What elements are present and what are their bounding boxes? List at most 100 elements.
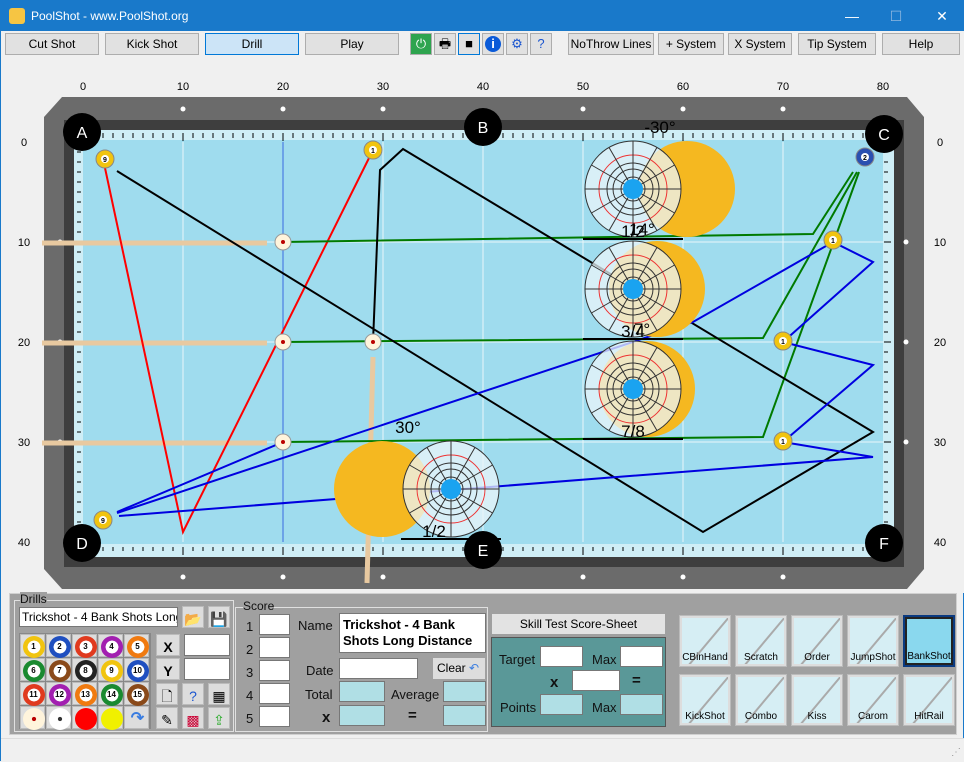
save-icon[interactable]: 💾: [208, 606, 230, 628]
x-coordinate-input[interactable]: [184, 634, 230, 656]
help-document-icon[interactable]: ?: [530, 33, 552, 55]
ball-10-button[interactable]: 10: [124, 658, 149, 682]
date-label: Date: [306, 663, 334, 678]
ball-icon: 14: [100, 683, 123, 706]
ball-6-button[interactable]: 6: [20, 658, 45, 682]
ball-13-button[interactable]: 13: [72, 682, 97, 706]
target-input[interactable]: [540, 646, 583, 667]
x-label: X: [156, 634, 180, 656]
ball-14-button[interactable]: 14: [98, 682, 123, 706]
score-input-4[interactable]: [259, 683, 290, 704]
angle-label: 30°: [395, 418, 421, 437]
info-icon[interactable]: i: [482, 33, 504, 55]
redo-icon: ↷: [130, 709, 145, 727]
max-points-field: [620, 694, 663, 715]
y-coordinate-input[interactable]: [184, 658, 230, 680]
ball-12-button[interactable]: 12: [46, 682, 71, 706]
tip-system-button[interactable]: Tip System: [798, 33, 876, 55]
max-label: Max: [592, 652, 617, 667]
resize-grip-icon[interactable]: ⋰: [951, 747, 961, 758]
ball-15-button[interactable]: 15: [124, 682, 149, 706]
new-document-icon[interactable]: 🗋: [156, 683, 178, 705]
fraction-label: 1/2: [422, 522, 446, 541]
shot-type-order[interactable]: Order: [791, 615, 843, 667]
drill-select[interactable]: Trickshot - 4 Bank Shots Long D: [19, 607, 178, 627]
drills-legend: Drills: [20, 592, 47, 606]
shot-type-carom[interactable]: Carom: [847, 674, 899, 726]
date-input[interactable]: [339, 658, 418, 679]
score-input-5[interactable]: [259, 706, 290, 727]
cue-ball-dot: [281, 240, 285, 244]
plus-system-button[interactable]: + System: [658, 33, 724, 55]
y-ruler-label: 0: [937, 137, 943, 149]
undo-icon: ↶: [469, 661, 480, 675]
drill-button[interactable]: Drill: [205, 33, 299, 55]
red-ball-button[interactable]: [72, 706, 97, 730]
yellow-ball-button[interactable]: [98, 706, 123, 730]
shot-type-kickshot[interactable]: KickShot: [679, 674, 731, 726]
help-document-icon[interactable]: ?: [182, 683, 204, 705]
help-button[interactable]: Help: [882, 33, 960, 55]
shot-type-jumpshot[interactable]: JumpShot: [847, 615, 899, 667]
cut-shot-button[interactable]: Cut Shot: [5, 33, 99, 55]
camera-icon[interactable]: ■: [458, 33, 480, 55]
skill-test-score-sheet-button[interactable]: Skill Test Score-Sheet: [492, 614, 665, 634]
shot-type-kiss[interactable]: Kiss: [791, 674, 843, 726]
close-button[interactable]: ✕: [919, 1, 964, 31]
ball-number: 1: [831, 238, 835, 245]
ball-7-button[interactable]: 7: [46, 658, 71, 682]
max-input[interactable]: [620, 646, 663, 667]
power-icon[interactable]: ⏻: [410, 33, 432, 55]
printer-icon[interactable]: 🖶: [434, 33, 456, 55]
table-list-icon[interactable]: ▦: [208, 683, 230, 705]
score-input-2[interactable]: [259, 637, 290, 658]
ball-icon: 11: [22, 683, 45, 706]
white-ball-button[interactable]: [46, 706, 71, 730]
multiplier-input[interactable]: [572, 670, 620, 691]
shot-type-bankshot[interactable]: BankShot: [903, 615, 955, 667]
ball-1-button[interactable]: 1: [20, 634, 45, 658]
fraction-label: 3/4: [621, 322, 645, 341]
diamond: [680, 574, 686, 580]
shot-type-hitrail[interactable]: HitRail: [903, 674, 955, 726]
gear-icon[interactable]: ⚙: [506, 33, 528, 55]
color-grid-icon[interactable]: ▩: [182, 707, 204, 729]
score-input-3[interactable]: [259, 660, 290, 681]
kick-shot-button[interactable]: Kick Shot: [105, 33, 199, 55]
x-ruler-label: 10: [177, 81, 189, 93]
equals-label: =: [632, 672, 641, 689]
ball-11-button[interactable]: 11: [20, 682, 45, 706]
ball-5-button[interactable]: 5: [124, 634, 149, 658]
pool-table[interactable]: A B C D E F 0 10 20 30 40 50 60 70 80 0 0 10 10 20 20 30 30 40 4…: [2, 57, 964, 593]
shot-type-cbinhand[interactable]: CBinHand: [679, 615, 731, 667]
open-folder-icon[interactable]: 📂: [182, 606, 204, 628]
x-system-button[interactable]: X System: [728, 33, 792, 55]
maximize-button[interactable]: ☐: [873, 1, 919, 31]
shot-type-scratch[interactable]: Scratch: [735, 615, 787, 667]
drill-name-field[interactable]: Trickshot - 4 Bank Shots Long Distance: [339, 613, 486, 653]
cue-ball-button[interactable]: [20, 706, 45, 730]
ball-icon: 2: [48, 635, 71, 658]
order-icon: Order: [794, 618, 840, 664]
ball-9-button[interactable]: 9: [98, 658, 123, 682]
fraction-label: 7/8: [621, 422, 645, 441]
ball-8-button[interactable]: 8: [72, 658, 97, 682]
score-input-1[interactable]: [259, 614, 290, 635]
shot-type-label: Order: [804, 652, 830, 663]
clear-button[interactable]: Clear ↶: [433, 658, 485, 679]
score-legend: Score: [243, 599, 275, 613]
ball-2-button[interactable]: 2: [46, 634, 71, 658]
shot-type-label: Carom: [857, 711, 888, 722]
aim-point: [441, 479, 461, 499]
play-button[interactable]: Play: [305, 33, 399, 55]
export-icon[interactable]: ⇪: [208, 707, 230, 729]
shot-type-combo[interactable]: Combo: [735, 674, 787, 726]
no-throw-lines-button[interactable]: NoThrow Lines: [568, 33, 654, 55]
table-area[interactable]: A B C D E F 0 10 20 30 40 50 60 70 80 0 0 10 10 20 20 30 30 40 4…: [2, 57, 964, 593]
minimize-button[interactable]: —: [829, 1, 875, 31]
diamond: [903, 239, 909, 245]
redo-button[interactable]: ↷: [124, 706, 149, 729]
ball-3-button[interactable]: 3: [72, 634, 97, 658]
edit-notes-icon[interactable]: ✎: [156, 707, 178, 729]
ball-4-button[interactable]: 4: [98, 634, 123, 658]
